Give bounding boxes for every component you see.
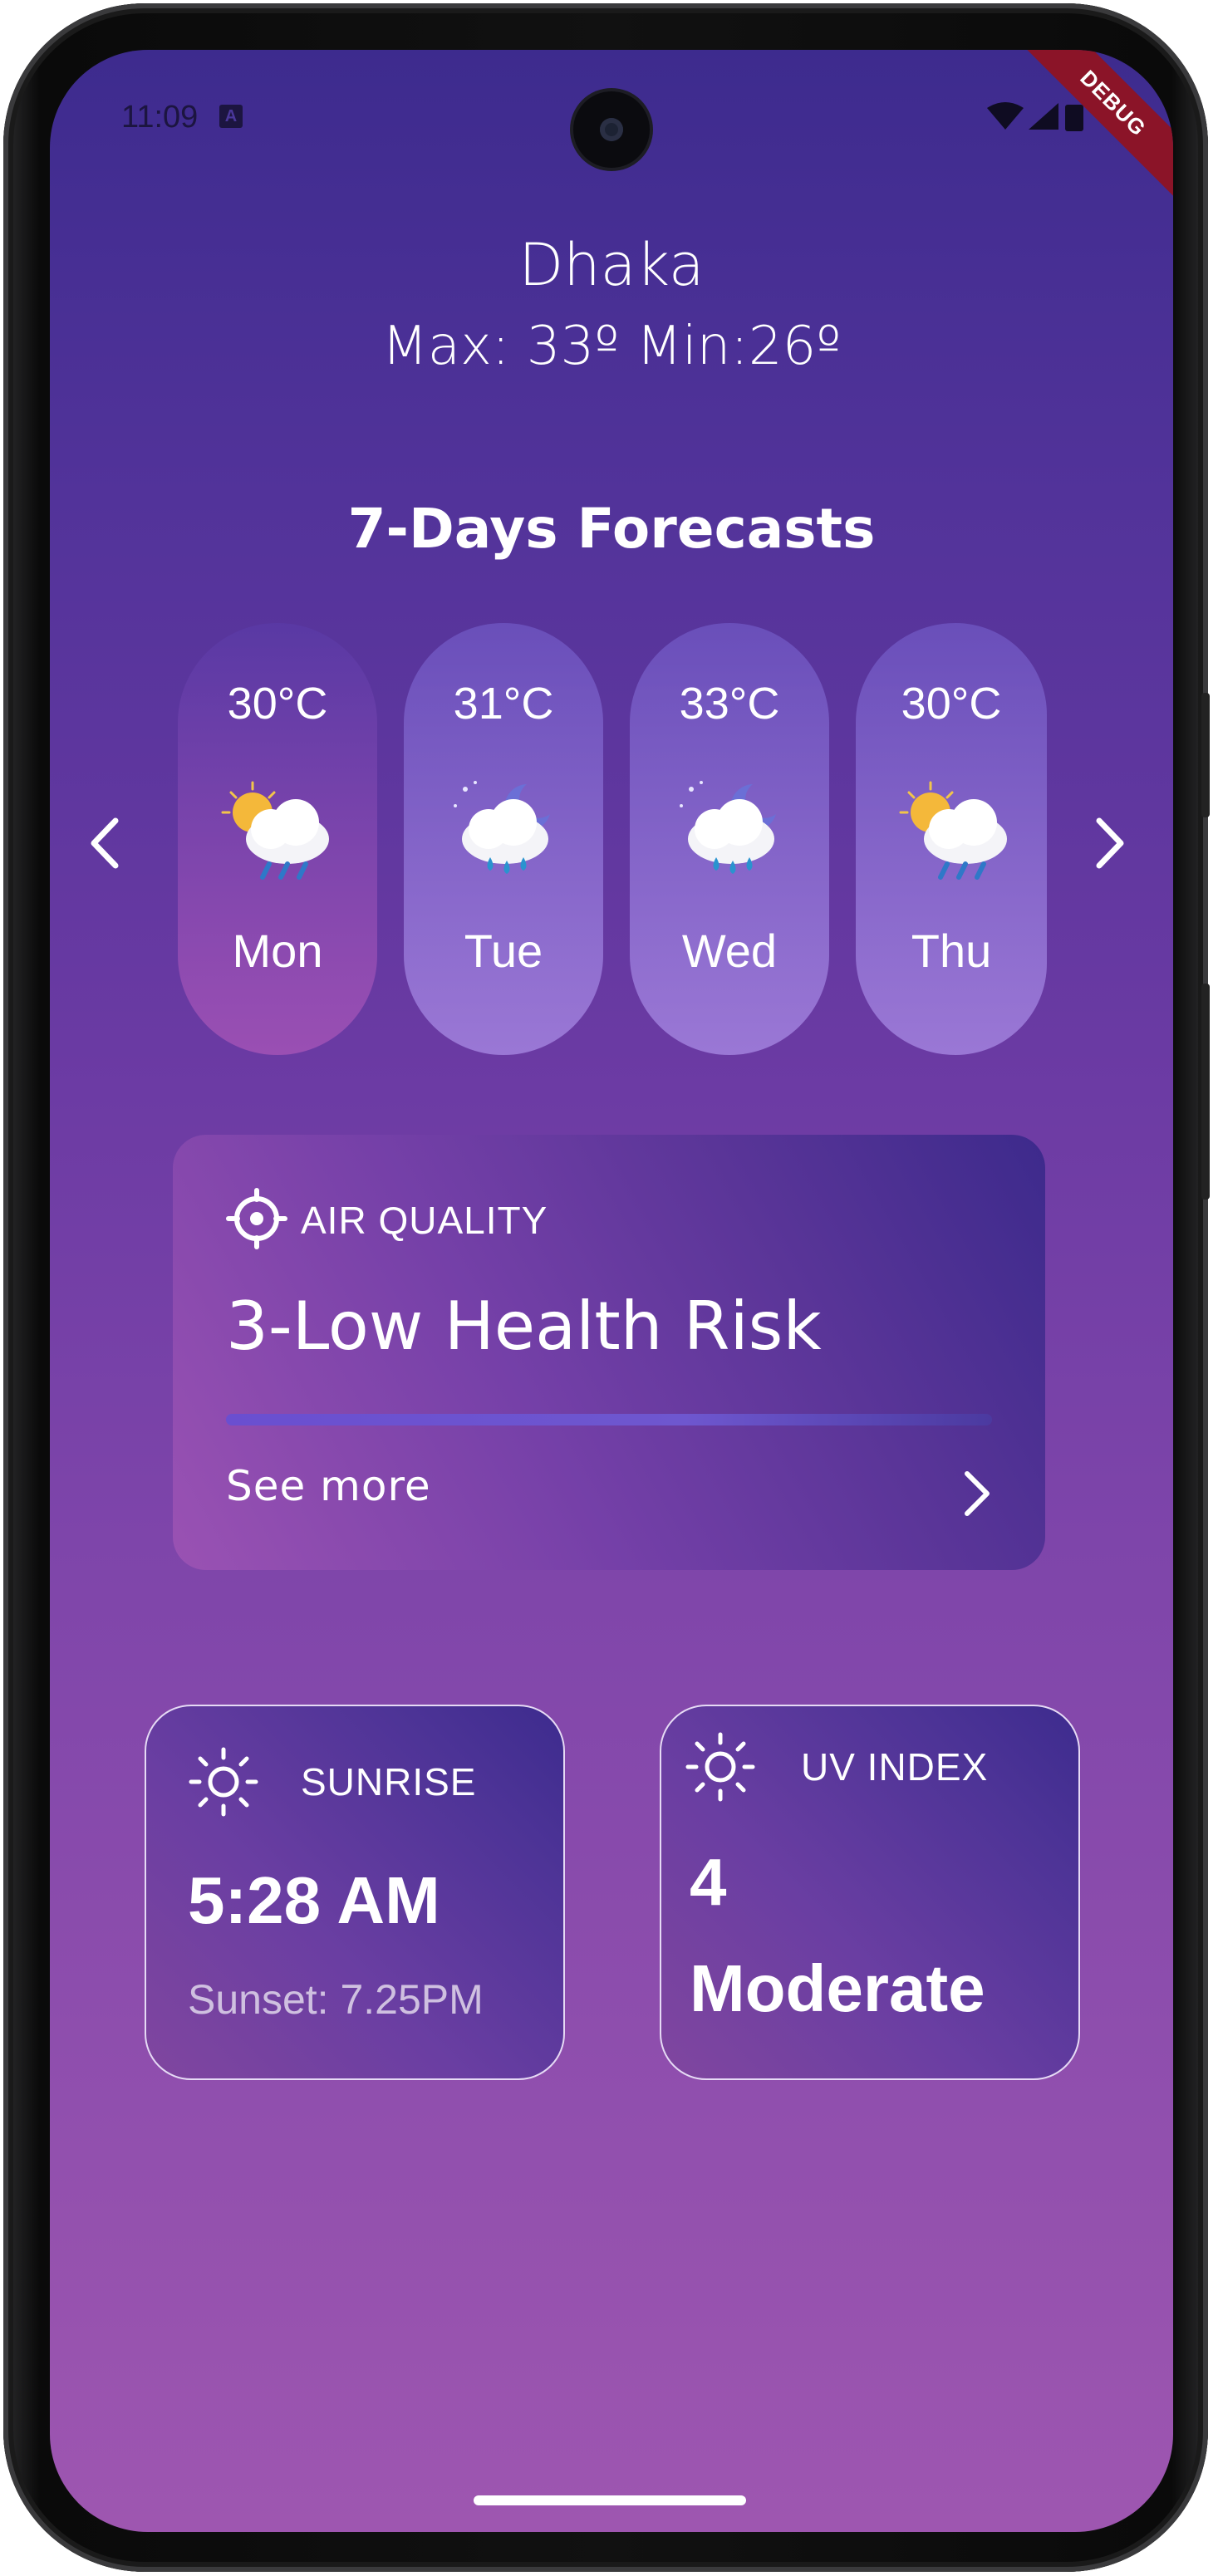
sun-cloud-rain-icon [221, 781, 329, 880]
uv-index-value: 4 [690, 1845, 727, 1919]
forecast-day-card[interactable]: 33°C Wed [630, 623, 829, 1055]
moon-cloud-rain-icon [680, 781, 776, 874]
chevron-right-icon [1096, 817, 1124, 869]
chevron-left-icon [91, 817, 119, 869]
forecast-day-card[interactable]: 31°C Tue [404, 623, 603, 1055]
power-button [1201, 984, 1210, 1200]
notification-icon: A [219, 105, 243, 128]
see-more-link[interactable]: See more [226, 1462, 431, 1510]
sunrise-time: 5:28 AM [188, 1863, 440, 1937]
forecast-day-card[interactable]: 30°C Thu [856, 623, 1047, 1055]
day-name: Thu [911, 925, 992, 977]
next-day-button[interactable] [1073, 797, 1148, 889]
air-quality-card: AIR QUALITY 3-Low Health Risk See more [173, 1135, 1045, 1570]
previous-day-button[interactable] [66, 797, 141, 889]
sun-icon [189, 1747, 258, 1817]
status-time: 11:09 [121, 100, 199, 135]
day-temperature: 31°C [453, 679, 554, 729]
city-name: Dhaka [518, 231, 705, 299]
sunset-time: Sunset: 7.25PM [188, 1976, 484, 2023]
forecast-day-card[interactable]: 30°C Mon [178, 623, 377, 1055]
forecast-title: 7-Days Forecasts [347, 497, 876, 561]
uv-index-level: Moderate [690, 1951, 985, 2025]
front-camera [573, 91, 650, 168]
air-quality-label: AIR QUALITY [301, 1199, 548, 1242]
day-name: Mon [232, 925, 323, 977]
day-temperature: 30°C [227, 679, 328, 729]
sun-icon [685, 1732, 755, 1802]
signal-icon [1029, 103, 1058, 130]
home-indicator[interactable] [474, 2495, 746, 2505]
moon-cloud-rain-icon [454, 781, 550, 874]
sunrise-card: SUNRISE 5:28 AM Sunset: 7.25PM [145, 1705, 565, 2080]
day-name: Wed [681, 925, 778, 977]
sunrise-label: SUNRISE [301, 1760, 477, 1803]
uv-index-label: UV INDEX [801, 1745, 989, 1788]
battery-icon [1065, 105, 1083, 131]
uv-index-card: UV INDEX 4 Moderate [660, 1705, 1080, 2080]
wifi-icon [987, 102, 1024, 130]
chevron-right-icon[interactable] [959, 1467, 995, 1520]
air-quality-value: 3-Low Health Risk [226, 1288, 822, 1365]
min-max-temperature: Max: 33º Min:26º [381, 316, 842, 377]
app-screen: 11:09 A DEBUG Dhaka Max: 33º Min:26º 7-D… [50, 50, 1173, 2532]
day-name: Tue [464, 925, 543, 977]
day-temperature: 33°C [679, 679, 780, 729]
crosshair-icon [226, 1188, 287, 1249]
air-quality-bar [226, 1414, 992, 1425]
sun-cloud-rain-icon [899, 781, 1007, 880]
status-icons [987, 102, 1083, 131]
air-quality-bar-fill [226, 1414, 992, 1425]
volume-button [1201, 693, 1210, 817]
day-temperature: 30°C [901, 679, 1002, 729]
phone-frame: 11:09 A DEBUG Dhaka Max: 33º Min:26º 7-D… [3, 3, 1210, 2572]
